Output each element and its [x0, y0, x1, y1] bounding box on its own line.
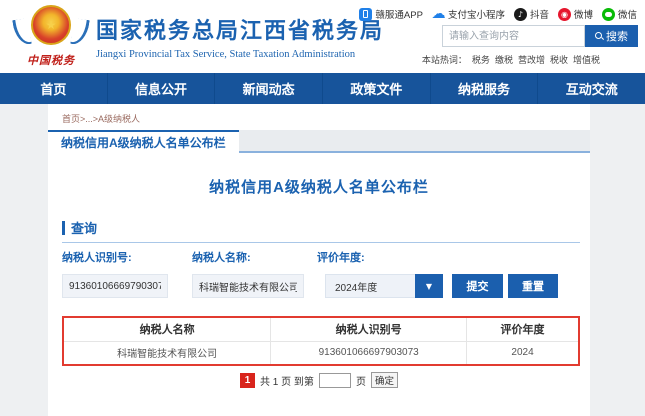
- submit-button[interactable]: 提交: [452, 274, 503, 298]
- search-input[interactable]: [442, 25, 585, 47]
- search-button-label: 搜索: [606, 28, 628, 44]
- pagination-page-suffix: 页: [356, 373, 366, 388]
- taxpayer-id-input[interactable]: [62, 274, 168, 298]
- table-header-row: 纳税人名称 纳税人识别号 评价年度: [63, 317, 579, 341]
- goto-page-input[interactable]: [319, 373, 351, 388]
- nav-item-interaction[interactable]: 互动交流: [538, 73, 645, 104]
- weibo-icon: ◉: [558, 8, 571, 21]
- phone-app-icon: [359, 8, 372, 21]
- main-nav: 首页 信息公开 新闻动态 政策文件 纳税服务 互动交流: [0, 73, 645, 104]
- cloud-icon: ☁: [432, 8, 445, 21]
- section-marker: [62, 221, 65, 235]
- search-icon: [595, 32, 603, 40]
- pagination-total-text: 共 1 页 到第: [260, 373, 314, 388]
- chevron-down-icon: ▼: [415, 274, 443, 298]
- emblem-wing-right-icon: [70, 18, 89, 46]
- taxpayer-id-label: 纳税人识别号:: [62, 249, 132, 265]
- nav-item-tax-service[interactable]: 纳税服务: [431, 73, 539, 104]
- tax-emblem: ★: [12, 5, 90, 49]
- national-emblem-icon: ★: [31, 5, 71, 45]
- site-header: ★ 中国税务 国家税务总局江西省税务局 Jiangxi Provincial T…: [0, 0, 645, 73]
- site-logo: ★ 中国税务: [12, 5, 90, 68]
- pagination: 1 共 1 页 到第 页 确定: [48, 372, 590, 388]
- quick-link-app[interactable]: 赣服通APP: [359, 7, 423, 21]
- quick-link-alipay[interactable]: ☁ 支付宝小程序: [432, 7, 505, 21]
- taxpayer-name-label: 纳税人名称:: [192, 249, 251, 265]
- quick-link-label: 微博: [574, 7, 593, 21]
- evaluation-year-value: 2024年度: [325, 274, 415, 298]
- nav-item-home[interactable]: 首页: [0, 73, 108, 104]
- reset-button[interactable]: 重置: [508, 274, 558, 298]
- quick-link-label: 微信: [618, 7, 637, 21]
- quick-link-wechat[interactable]: 微信: [602, 7, 637, 21]
- search-button[interactable]: 搜索: [585, 25, 638, 47]
- hot-words: 本站热词： 税务 缴税 营改增 税收 增值税: [422, 53, 600, 66]
- logo-caption: 中国税务: [12, 52, 90, 68]
- site-subtitle: Jiangxi Provincial Tax Service, State Ta…: [96, 49, 384, 60]
- quick-link-douyin[interactable]: ♪ 抖音: [514, 7, 549, 21]
- site-search: 搜索: [442, 25, 638, 47]
- tab-strip: 纳税信用A级纳税人名单公布栏: [48, 130, 590, 153]
- breadcrumb[interactable]: 首页>...>A级纳税人: [62, 112, 140, 125]
- wechat-icon: [602, 8, 615, 21]
- evaluation-year-select[interactable]: 2024年度 ▼: [325, 274, 443, 298]
- header-taxpayer-name: 纳税人名称: [63, 317, 271, 341]
- results-table: 纳税人名称 纳税人识别号 评价年度 科瑞智能技术有限公司 91360106669…: [62, 316, 580, 366]
- nav-item-news[interactable]: 新闻动态: [215, 73, 323, 104]
- quick-link-label: 抖音: [530, 7, 549, 21]
- hot-words-label: 本站热词：: [422, 53, 467, 66]
- header-taxpayer-id: 纳税人识别号: [271, 317, 467, 341]
- quick-link-label: 支付宝小程序: [448, 7, 505, 21]
- site-title: 国家税务总局江西省税务局: [96, 13, 384, 45]
- site-branding: 国家税务总局江西省税务局 Jiangxi Provincial Tax Serv…: [96, 13, 384, 60]
- page-body: 首页>...>A级纳税人 纳税信用A级纳税人名单公布栏 纳税信用A级纳税人名单公…: [0, 104, 645, 416]
- cell-taxpayer-name: 科瑞智能技术有限公司: [63, 341, 271, 365]
- cell-evaluation-year: 2024: [467, 341, 579, 365]
- table-row: 科瑞智能技术有限公司 913601066697903073 2024: [63, 341, 579, 365]
- page: ★ 中国税务 国家税务总局江西省税务局 Jiangxi Provincial T…: [0, 0, 645, 416]
- hot-word[interactable]: 营改增: [518, 53, 545, 66]
- douyin-icon: ♪: [514, 8, 527, 21]
- query-section-divider: [62, 242, 580, 243]
- tab-a-level-taxpayers[interactable]: 纳税信用A级纳税人名单公布栏: [48, 130, 239, 153]
- confirm-button[interactable]: 确定: [371, 372, 398, 388]
- tab-strip-filler: [239, 130, 590, 153]
- quick-links: 赣服通APP ☁ 支付宝小程序 ♪ 抖音 ◉ 微博 微信: [359, 7, 637, 21]
- hot-word[interactable]: 缴税: [495, 53, 513, 66]
- nav-item-policy[interactable]: 政策文件: [323, 73, 431, 104]
- page-number-current[interactable]: 1: [240, 373, 255, 388]
- hot-word[interactable]: 增值税: [573, 53, 600, 66]
- content-card: 首页>...>A级纳税人 纳税信用A级纳税人名单公布栏 纳税信用A级纳税人名单公…: [48, 104, 590, 416]
- hot-word[interactable]: 税务: [472, 53, 490, 66]
- hot-word[interactable]: 税收: [550, 53, 568, 66]
- nav-item-info-disclosure[interactable]: 信息公开: [108, 73, 216, 104]
- query-section-title: 查询: [71, 218, 97, 237]
- page-title: 纳税信用A级纳税人名单公布栏: [48, 176, 590, 197]
- taxpayer-name-input[interactable]: [192, 274, 304, 298]
- evaluation-year-label: 评价年度:: [317, 249, 365, 265]
- emblem-wing-left-icon: [12, 18, 31, 46]
- quick-link-label: 赣服通APP: [375, 7, 423, 21]
- quick-link-weibo[interactable]: ◉ 微博: [558, 7, 593, 21]
- cell-taxpayer-id: 913601066697903073: [271, 341, 467, 365]
- header-evaluation-year: 评价年度: [467, 317, 579, 341]
- query-section-header: 查询: [62, 218, 97, 237]
